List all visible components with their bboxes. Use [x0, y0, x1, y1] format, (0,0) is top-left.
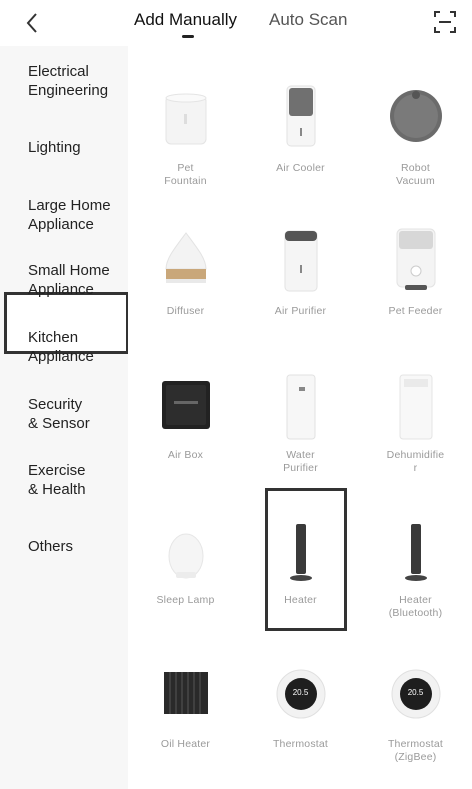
- air-cooler-icon: [286, 85, 315, 147]
- active-tab-indicator: [182, 35, 194, 38]
- device-robot-vacuum[interactable]: Robot Vacuum: [358, 76, 472, 196]
- device-label: Heater (Bluetooth): [388, 594, 443, 619]
- device-label: Thermostat (ZigBee): [387, 738, 444, 763]
- device-label: Robot Vacuum: [396, 162, 435, 187]
- category-sidebar: Electrical Engineering Lighting Large Ho…: [0, 46, 129, 789]
- scan-button[interactable]: [431, 8, 459, 36]
- device-sleep-lamp[interactable]: Sleep Lamp: [128, 514, 243, 634]
- chevron-left-icon: [26, 13, 37, 33]
- device-pet-feeder[interactable]: Pet Feeder: [358, 221, 472, 341]
- sidebar-item-electrical-engineering[interactable]: Electrical Engineering: [28, 62, 128, 100]
- heater-bluetooth-icon: [404, 524, 427, 581]
- thermostat-display: 20.5: [407, 688, 424, 697]
- device-label: Sleep Lamp: [156, 594, 215, 606]
- thermostat-zigbee-icon: 20.5: [390, 668, 442, 720]
- device-dehumidifier[interactable]: Dehumidifie r: [358, 371, 472, 491]
- air-purifier-icon: [284, 230, 317, 292]
- device-grid: Pet Fountain Air Cooler Robot Vacuum Dif…: [128, 46, 472, 789]
- pet-fountain-icon: [165, 93, 206, 145]
- back-button[interactable]: [20, 8, 44, 38]
- device-heater-bluetooth[interactable]: Heater (Bluetooth): [358, 514, 472, 634]
- device-water-purifier[interactable]: Water Purifier: [243, 371, 358, 491]
- device-air-purifier[interactable]: Air Purifier: [243, 221, 358, 341]
- device-oil-heater[interactable]: Oil Heater: [128, 658, 243, 778]
- device-label: Oil Heater: [160, 738, 211, 750]
- diffuser-icon: [164, 232, 207, 283]
- pet-feeder-icon: [396, 228, 435, 290]
- sleep-lamp-icon: [168, 533, 203, 579]
- device-label: Pet Feeder: [388, 305, 443, 317]
- device-pet-fountain[interactable]: Pet Fountain: [128, 76, 243, 196]
- device-label: Thermostat: [272, 738, 329, 750]
- device-air-cooler[interactable]: Air Cooler: [243, 76, 358, 196]
- device-diffuser[interactable]: Diffuser: [128, 221, 243, 341]
- device-label: Pet Fountain: [164, 162, 207, 187]
- sidebar-item-kitchen-appliance[interactable]: Kitchen Appliance: [28, 328, 128, 366]
- selected-device-highlight: [265, 488, 347, 631]
- water-purifier-icon: [286, 374, 315, 440]
- dehumidifier-icon: [399, 374, 432, 440]
- device-label: Water Purifier: [283, 449, 318, 474]
- thermostat-display: 20.5: [292, 688, 309, 697]
- sidebar-item-security-sensor[interactable]: Security & Sensor: [28, 395, 128, 433]
- device-label: Dehumidifie r: [386, 449, 445, 474]
- tab-add-manually[interactable]: Add Manually: [134, 10, 237, 30]
- sidebar-item-exercise-health[interactable]: Exercise & Health: [28, 461, 128, 499]
- device-thermostat[interactable]: 20.5 Thermostat: [243, 658, 358, 778]
- sidebar-item-lighting[interactable]: Lighting: [28, 138, 128, 157]
- sidebar-item-large-home-appliance[interactable]: Large Home Appliance: [28, 196, 128, 234]
- device-thermostat-zigbee[interactable]: 20.5 Thermostat (ZigBee): [358, 658, 472, 778]
- device-label: Diffuser: [166, 305, 205, 317]
- oil-heater-icon: [163, 672, 208, 714]
- scan-icon: [434, 11, 456, 33]
- device-air-box[interactable]: Air Box: [128, 371, 243, 491]
- device-label: Air Purifier: [274, 305, 327, 317]
- sidebar-item-small-home-appliance[interactable]: Small Home Appliance: [28, 261, 128, 299]
- robot-vacuum-icon: [389, 90, 442, 142]
- device-label: Air Cooler: [276, 162, 325, 174]
- top-bar: Add Manually Auto Scan: [0, 0, 472, 46]
- sidebar-item-others[interactable]: Others: [28, 537, 128, 556]
- air-box-icon: [161, 381, 210, 429]
- device-label: Air Box: [167, 449, 204, 461]
- thermostat-icon: 20.5: [275, 668, 327, 720]
- tab-auto-scan[interactable]: Auto Scan: [269, 10, 347, 30]
